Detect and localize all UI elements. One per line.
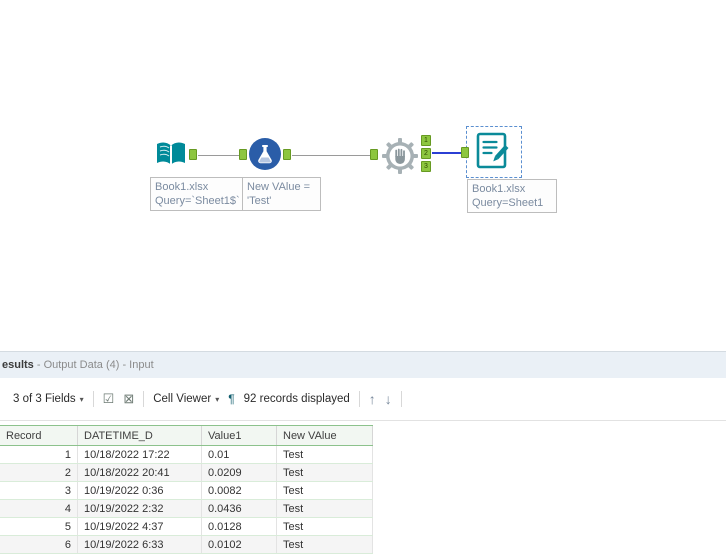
table-row[interactable]: 3 10/19/2022 0:36 0.0082 Test [0, 482, 373, 500]
new-value-cell[interactable]: Test [277, 482, 373, 499]
toolbar-separator [92, 391, 94, 407]
value1-cell[interactable]: 0.0436 [202, 500, 277, 517]
block-output-anchor-3[interactable]: 3 [421, 161, 431, 172]
connection-block-output-selected[interactable] [432, 152, 461, 154]
workflow-canvas[interactable]: 1 2 3 Book1.xlsx Query=`Sheet1$` New VAl… [0, 0, 726, 351]
select-all-fields-icon[interactable]: ☑ [103, 391, 115, 407]
input-output-anchor[interactable] [189, 149, 197, 160]
block-output-anchor-1[interactable]: 1 [421, 135, 431, 146]
results-title: esults [2, 359, 34, 371]
record-number[interactable]: 3 [0, 482, 78, 499]
annotation-line: Book1.xlsx [155, 181, 209, 193]
table-row[interactable]: 2 10/18/2022 20:41 0.0209 Test [0, 464, 373, 482]
datetime-cell[interactable]: 10/18/2022 20:41 [78, 464, 202, 481]
annotation-line: Query=`Sheet1$` [155, 195, 240, 207]
annotation-line: Book1.xlsx [472, 183, 526, 195]
value1-cell[interactable]: 0.01 [202, 446, 277, 463]
datetime-cell[interactable]: 10/19/2022 0:36 [78, 482, 202, 499]
value1-cell[interactable]: 0.0082 [202, 482, 277, 499]
formula-input-anchor[interactable] [239, 149, 247, 160]
value1-cell[interactable]: 0.0128 [202, 518, 277, 535]
book-icon [157, 142, 185, 165]
column-header-new-value[interactable]: New VAlue [277, 426, 373, 445]
chevron-down-icon: ▾ [215, 394, 220, 404]
record-number[interactable]: 2 [0, 464, 78, 481]
new-value-cell[interactable]: Test [277, 536, 373, 553]
input-tool-annotation[interactable]: Book1.xlsx Query=`Sheet1$` [150, 177, 243, 211]
block-until-done-tool[interactable] [380, 136, 420, 176]
column-header-value1[interactable]: Value1 [202, 426, 277, 445]
formula-output-anchor[interactable] [283, 149, 291, 160]
annotation-line: Query=Sheet1 [472, 197, 544, 209]
table-header-row: Record DATETIME_D Value1 New VAlue [0, 425, 373, 446]
scroll-up-icon[interactable]: ↑ [369, 391, 376, 407]
cell-viewer-dropdown[interactable]: Cell Viewer ▾ [153, 393, 219, 405]
flask-icon [249, 138, 281, 170]
datetime-cell[interactable]: 10/18/2022 17:22 [78, 446, 202, 463]
connection-formula-block[interactable] [292, 155, 370, 156]
results-panel-header: esults - Output Data (4) - Input [0, 351, 726, 378]
table-row[interactable]: 4 10/19/2022 2:32 0.0436 Test [0, 500, 373, 518]
datetime-cell[interactable]: 10/19/2022 2:32 [78, 500, 202, 517]
show-whitespace-icon[interactable]: ¶ [228, 392, 234, 406]
annotation-line: 'Test' [247, 195, 272, 207]
fields-dropdown-label: 3 of 3 Fields [13, 393, 76, 405]
new-value-cell[interactable]: Test [277, 500, 373, 517]
scroll-down-icon[interactable]: ↓ [385, 391, 392, 407]
new-value-cell[interactable]: Test [277, 446, 373, 463]
results-toolbar: 3 of 3 Fields ▾ ☑ ⊠ Cell Viewer ▾ ¶ 92 r… [0, 378, 726, 421]
column-header-datetime[interactable]: DATETIME_D [78, 426, 202, 445]
datetime-cell[interactable]: 10/19/2022 6:33 [78, 536, 202, 553]
table-row[interactable]: 5 10/19/2022 4:37 0.0128 Test [0, 518, 373, 536]
column-header-record[interactable]: Record [0, 426, 78, 445]
formula-tool-annotation[interactable]: New VAlue = 'Test' [242, 177, 321, 211]
results-table: Record DATETIME_D Value1 New VAlue 1 10/… [0, 425, 373, 554]
annotation-line: New VAlue = [247, 181, 311, 193]
fields-dropdown[interactable]: 3 of 3 Fields ▾ [13, 393, 84, 405]
chevron-down-icon: ▾ [79, 394, 84, 404]
formula-tool[interactable] [248, 137, 282, 171]
value1-cell[interactable]: 0.0102 [202, 536, 277, 553]
datetime-cell[interactable]: 10/19/2022 4:37 [78, 518, 202, 535]
record-number[interactable]: 6 [0, 536, 78, 553]
cell-viewer-label: Cell Viewer [153, 393, 212, 405]
deselect-all-fields-icon[interactable]: ⊠ [123, 391, 134, 407]
table-row[interactable]: 1 10/18/2022 17:22 0.01 Test [0, 446, 373, 464]
results-subtitle: - Output Data (4) - Input [33, 359, 154, 371]
output-data-tool[interactable] [474, 131, 510, 171]
toolbar-separator [358, 391, 360, 407]
record-number[interactable]: 1 [0, 446, 78, 463]
records-displayed-label: 92 records displayed [243, 393, 350, 405]
connection-input-formula[interactable] [198, 155, 239, 156]
document-pencil-icon [476, 132, 509, 169]
value1-cell[interactable]: 0.0209 [202, 464, 277, 481]
alteryx-window: 1 2 3 Book1.xlsx Query=`Sheet1$` New VAl… [0, 0, 726, 554]
toolbar-separator [143, 391, 145, 407]
record-number[interactable]: 5 [0, 518, 78, 535]
block-input-anchor[interactable] [370, 149, 378, 160]
record-number[interactable]: 4 [0, 500, 78, 517]
toolbar-separator [400, 391, 402, 407]
output-tool-annotation[interactable]: Book1.xlsx Query=Sheet1 [467, 179, 557, 213]
new-value-cell[interactable]: Test [277, 518, 373, 535]
new-value-cell[interactable]: Test [277, 464, 373, 481]
output-input-anchor[interactable] [461, 147, 469, 158]
block-output-anchor-2[interactable]: 2 [421, 148, 431, 159]
gear-hand-icon [382, 138, 418, 174]
table-row[interactable]: 6 10/19/2022 6:33 0.0102 Test [0, 536, 373, 554]
input-data-tool[interactable] [154, 137, 188, 171]
